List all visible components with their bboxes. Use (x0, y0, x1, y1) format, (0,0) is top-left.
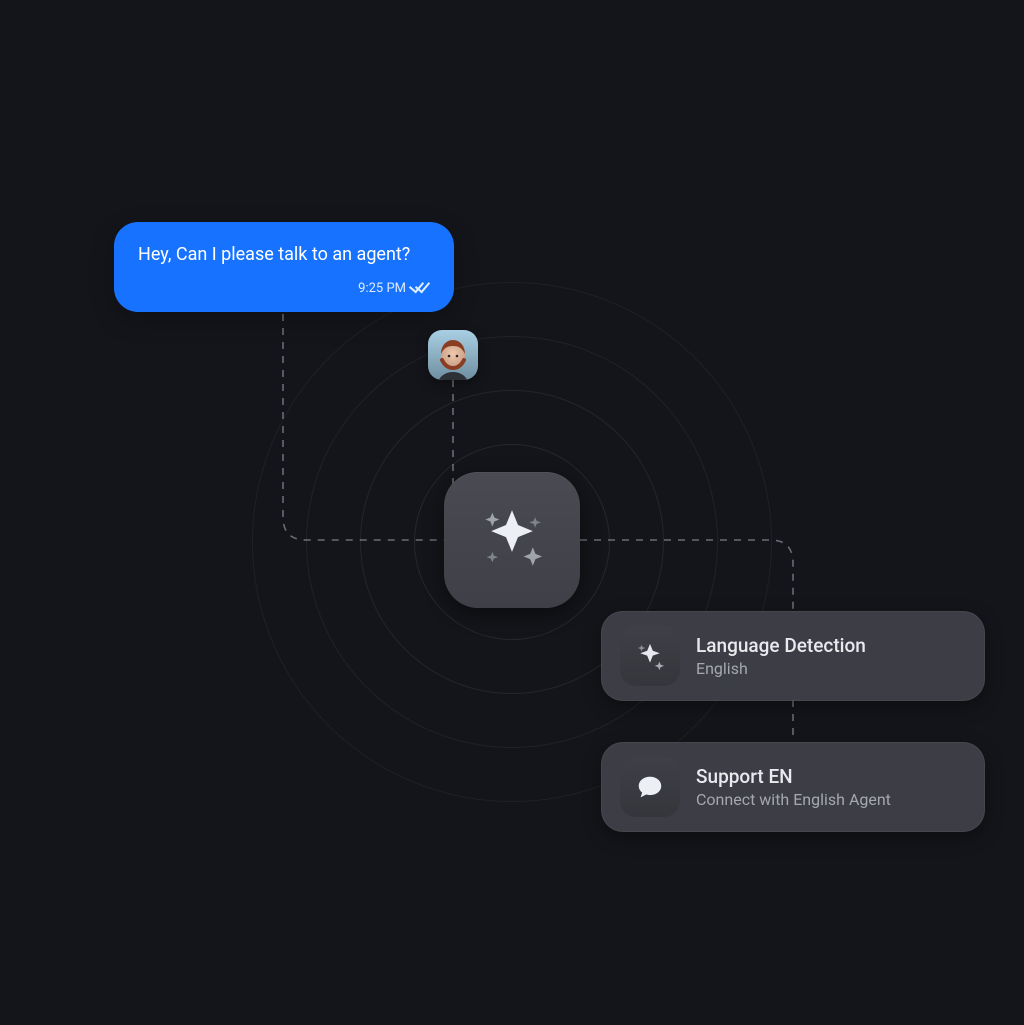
step-card-language-detection[interactable]: Language Detection English (601, 611, 985, 701)
user-chat-bubble: Hey, Can I please talk to an agent? 9:25… (114, 222, 454, 312)
step-title: Language Detection (696, 634, 866, 657)
step-subtitle: English (696, 659, 866, 678)
ai-core-tile (444, 472, 580, 608)
chat-message-text: Hey, Can I please talk to an agent? (138, 244, 430, 267)
step-subtitle: Connect with English Agent (696, 790, 891, 809)
read-receipt-icon (412, 282, 430, 294)
step-card-support-en[interactable]: Support EN Connect with English Agent (601, 742, 985, 832)
step-title: Support EN (696, 765, 891, 788)
sparkles-icon (620, 626, 680, 686)
chat-timestamp: 9:25 PM (358, 281, 406, 296)
user-avatar (428, 330, 478, 380)
chat-bubble-icon (620, 757, 680, 817)
sparkles-icon (475, 501, 549, 579)
